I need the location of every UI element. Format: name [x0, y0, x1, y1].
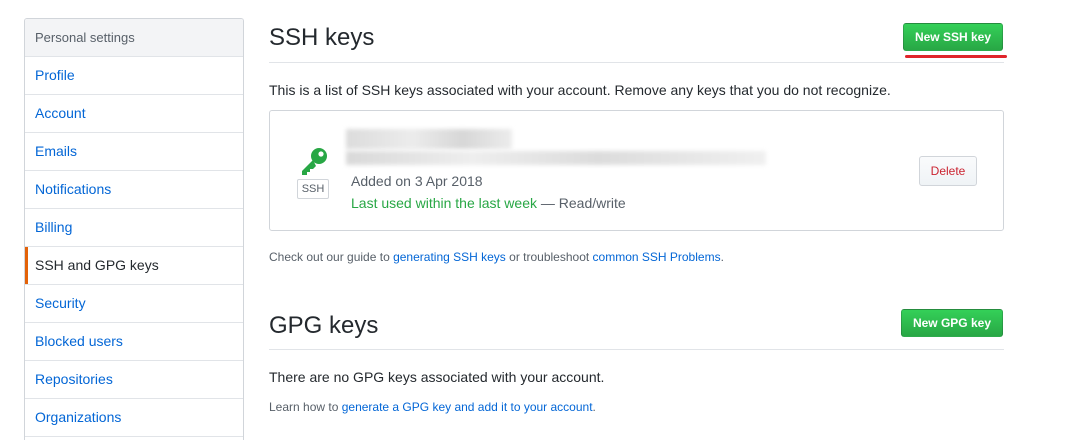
generate-gpg-key-link[interactable]: generate a GPG key and add it to your ac… [342, 400, 593, 414]
key-icon [302, 148, 327, 175]
sidebar-item-profile[interactable]: Profile [25, 57, 243, 95]
key-title-redacted [346, 129, 512, 149]
ssh-type-label: SSH [297, 179, 329, 199]
key-added-date: Added on 3 Apr 2018 [351, 173, 483, 189]
ssh-key-entry: SSH Added on 3 Apr 2018 Last used within… [269, 110, 1004, 231]
ssh-guide-note: Check out our guide to generating SSH ke… [269, 250, 724, 264]
new-ssh-key-button[interactable]: New SSH key [902, 23, 1003, 51]
key-fingerprint-redacted [346, 151, 766, 165]
learn-suffix: . [592, 400, 596, 414]
sidebar-item-notifications[interactable]: Notifications [25, 171, 243, 209]
guide-suffix: . [720, 250, 724, 264]
learn-prefix: Learn how to [269, 400, 342, 414]
red-underline-annotation [905, 55, 1007, 58]
settings-sidebar: Personal settings Profile Account Emails… [24, 18, 244, 440]
sidebar-item-ssh-gpg-keys[interactable]: SSH and GPG keys [25, 247, 243, 285]
access-level: Read/write [558, 195, 626, 211]
new-gpg-key-button[interactable]: New GPG key [900, 309, 1003, 337]
separator: — [537, 195, 559, 211]
key-last-used: Last used within the last week — Read/wr… [351, 195, 626, 211]
sidebar-item-organizations[interactable]: Organizations [25, 399, 243, 437]
gpg-keys-title: GPG keys [269, 312, 379, 339]
sidebar-item-security[interactable]: Security [25, 285, 243, 323]
ssh-description: This is a list of SSH keys associated wi… [269, 82, 891, 98]
common-ssh-problems-link[interactable]: common SSH Problems [593, 250, 721, 264]
gpg-section-header: GPG keys New GPG key [269, 300, 1004, 350]
gpg-empty-message: There are no GPG keys associated with yo… [269, 369, 605, 385]
last-used-text: Last used within the last week [351, 195, 537, 211]
sidebar-item-repositories[interactable]: Repositories [25, 361, 243, 399]
generating-ssh-keys-link[interactable]: generating SSH keys [393, 250, 506, 264]
ssh-keys-title: SSH keys [269, 24, 375, 51]
gpg-learn-note: Learn how to generate a GPG key and add … [269, 400, 596, 414]
sidebar-item-blocked-users[interactable]: Blocked users [25, 323, 243, 361]
delete-key-button[interactable]: Delete [919, 156, 977, 186]
ssh-section-header: SSH keys New SSH key [269, 0, 1004, 63]
main-content: SSH keys New SSH key This is a list of S… [269, 0, 1007, 440]
guide-prefix: Check out our guide to [269, 250, 394, 264]
sidebar-item-billing[interactable]: Billing [25, 209, 243, 247]
sidebar-item-account[interactable]: Account [25, 95, 243, 133]
sidebar-header: Personal settings [25, 19, 243, 57]
guide-middle: or troubleshoot [505, 250, 593, 264]
sidebar-item-emails[interactable]: Emails [25, 133, 243, 171]
